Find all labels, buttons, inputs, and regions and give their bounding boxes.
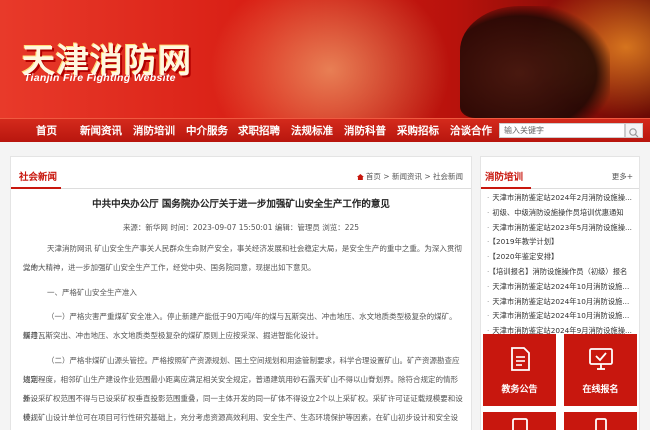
list-item[interactable]: 【2019年教学计划】 xyxy=(487,235,637,250)
document-icon xyxy=(511,347,530,371)
search-icon xyxy=(629,128,639,138)
nav-item-agency[interactable]: 中介服务 xyxy=(186,119,228,143)
list-item[interactable]: 天津市消防鉴定站2024年10月消防设施... xyxy=(487,280,637,295)
nav-item-home[interactable]: 首页 xyxy=(36,119,57,143)
article-paragraph: 二十大精神，进一步加强矿山安全生产工作，经党中央、国务院同意，现提出如下意见。 xyxy=(23,263,316,272)
nav-item-jobs[interactable]: 求职招聘 xyxy=(238,119,280,143)
sidebar-underline xyxy=(481,187,531,189)
nav-item-cooperation[interactable]: 洽谈合作 xyxy=(450,119,492,143)
tablet-icon xyxy=(512,418,528,430)
article-title: 中共中央办公厅 国务院办公厅关于进一步加强矿山安全生产工作的意见 xyxy=(92,199,390,210)
list-item[interactable]: 天津市消防鉴定站2024年10月消防设施... xyxy=(487,295,637,310)
firefighter-image xyxy=(460,6,610,118)
training-list: 天津市消防鉴定站2024年2月消防设施操... 初级、中级消防设施操作员培训优惠… xyxy=(487,191,637,339)
nav-item-regulations[interactable]: 法规标准 xyxy=(291,119,333,143)
list-item[interactable]: 【培训报名】消防设施操作员（初级）报名 xyxy=(487,265,637,280)
article-meta: 来源：新华网 时间：2023-09-07 15:50:01 编辑：管理员 浏览：… xyxy=(122,223,360,232)
article-paragraph: 模，矿山设计单位可在项目可行性研究基础上，充分考虑资源高效利用、安全生产、生态环… xyxy=(23,413,458,422)
divider xyxy=(11,188,471,189)
banner-flare xyxy=(200,0,460,118)
tile-online-registration[interactable]: 在线报名 xyxy=(564,334,637,406)
nav-item-training[interactable]: 消防培训 xyxy=(133,119,175,143)
tile-label: 教务公告 xyxy=(501,385,538,395)
breadcrumb-text[interactable]: 首页 > 新闻资讯 > 社会新闻 xyxy=(366,172,463,181)
monitor-check-icon xyxy=(589,348,613,370)
list-item[interactable]: 初级、中级消防设施操作员培训优惠通知 xyxy=(487,206,637,221)
tile-tablet[interactable] xyxy=(483,412,556,430)
search-input[interactable]: 输入关键字 xyxy=(499,123,625,138)
article-heading: 一、严格矿山安全生产准入 xyxy=(47,288,137,297)
list-item[interactable]: 天津市消防鉴定站2024年2月消防设施操... xyxy=(487,191,637,206)
header-banner: 天津消防网 Tianjin Fire Fighting Website xyxy=(0,0,650,118)
sidebar-title: 消防培训 xyxy=(485,172,524,183)
search-button[interactable] xyxy=(625,123,643,138)
nav-item-procurement[interactable]: 采购招标 xyxy=(397,119,439,143)
list-item[interactable]: 天津市消防鉴定站2024年10月消防设施... xyxy=(487,309,637,324)
section-underline xyxy=(11,187,61,189)
list-item[interactable]: 天津市消防鉴定站2023年5月消防设施操... xyxy=(487,221,637,236)
tile-phone[interactable] xyxy=(564,412,637,430)
article-panel: 社会新闻 首页 > 新闻资讯 > 社会新闻 中共中央办公厅 国务院办公厅关于进一… xyxy=(10,156,472,430)
home-icon xyxy=(356,174,364,180)
section-title: 社会新闻 xyxy=(19,172,58,183)
nav-item-science[interactable]: 消防科普 xyxy=(344,119,386,143)
site-logo-english: Tianjin Fire Fighting Website xyxy=(24,72,176,84)
phone-icon xyxy=(595,418,607,430)
more-link[interactable]: 更多+ xyxy=(612,171,633,182)
list-item[interactable]: 【2020年鉴定安排】 xyxy=(487,250,637,265)
article-paragraph: 煤与瓦斯突出、冲击地压、水文地质类型极复杂的煤矿原则上应按采深、掘进智能化设计。 xyxy=(23,331,323,340)
breadcrumb: 首页 > 新闻资讯 > 社会新闻 xyxy=(356,171,463,182)
tile-announcements[interactable]: 教务公告 xyxy=(483,334,556,406)
tile-label: 在线报名 xyxy=(582,385,619,395)
nav-item-news[interactable]: 新闻资讯 xyxy=(80,119,122,143)
main-nav: 首页 新闻资讯 消防培训 中介服务 求职招聘 法规标准 消防科普 采购招标 洽谈… xyxy=(0,118,650,142)
